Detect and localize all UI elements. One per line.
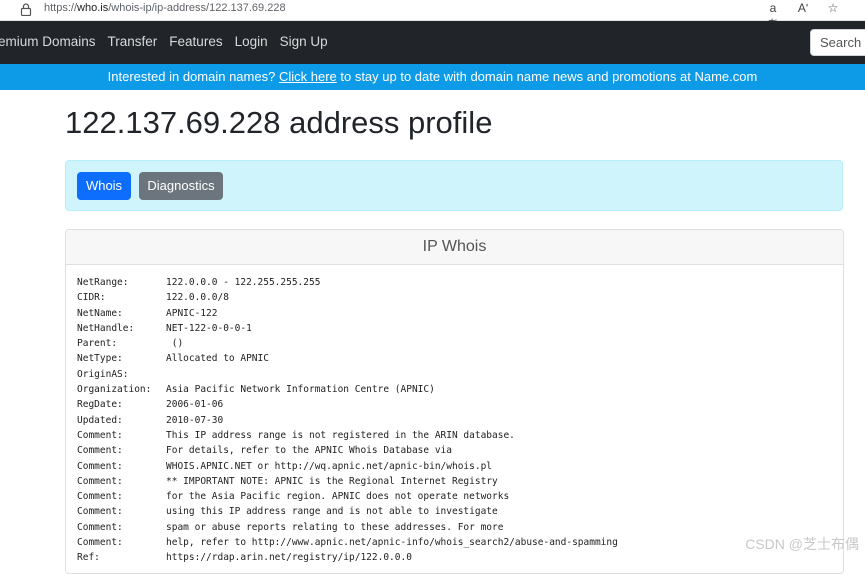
url-path: /whois-ip/ip-address/122.137.69.228 bbox=[108, 2, 286, 14]
promo-link[interactable]: Click here bbox=[279, 69, 337, 84]
whois-row: NetRange: 122.0.0.0 - 122.255.255.255 bbox=[77, 277, 618, 292]
whois-row: RegDate: 2006-01-06 bbox=[77, 399, 618, 414]
whois-value: For details, refer to the APNIC Whois Da… bbox=[166, 445, 452, 457]
whois-value: This IP address range is not registered … bbox=[166, 429, 515, 441]
tab-whois[interactable]: Whois bbox=[77, 172, 131, 200]
nav-transfer[interactable]: Transfer bbox=[108, 34, 158, 49]
lock-icon[interactable] bbox=[20, 3, 32, 16]
tab-diagnostics[interactable]: Diagnostics bbox=[139, 172, 223, 200]
url-prefix: https:// bbox=[44, 2, 78, 14]
site-navbar: emium Domains Transfer Features Login Si… bbox=[0, 21, 865, 64]
whois-value: WHOIS.APNIC.NET or http://wq.apnic.net/a… bbox=[166, 460, 493, 472]
whois-value: 2006-01-06 bbox=[166, 399, 224, 411]
whois-key: CIDR: bbox=[77, 292, 106, 304]
nav-links: emium Domains Transfer Features Login Si… bbox=[0, 34, 328, 49]
nav-premium-domains[interactable]: emium Domains bbox=[0, 34, 96, 49]
whois-row: NetHandle: NET-122-0-0-0-1 bbox=[77, 323, 618, 338]
whois-key: OriginAS: bbox=[77, 368, 129, 380]
whois-key: NetHandle: bbox=[77, 322, 135, 334]
whois-row: Comment: This IP address range is not reg… bbox=[77, 430, 618, 445]
whois-value: ** IMPORTANT NOTE: APNIC is the Regional… bbox=[166, 475, 498, 487]
card-header: IP Whois bbox=[66, 230, 843, 265]
whois-value: Asia Pacific Network Information Centre … bbox=[166, 384, 435, 396]
whois-value: () bbox=[166, 338, 184, 350]
page-title: 122.137.69.228 address profile bbox=[65, 105, 493, 140]
whois-key: Organization: bbox=[77, 384, 152, 396]
browser-address-bar[interactable]: https://who.is/whois-ip/ip-address/122.1… bbox=[0, 0, 865, 31]
promo-text-before: Interested in domain names? bbox=[107, 69, 279, 84]
whois-key: Updated: bbox=[77, 414, 123, 426]
whois-key: Comment: bbox=[77, 491, 123, 503]
whois-key: Parent: bbox=[77, 338, 118, 350]
whois-key: RegDate: bbox=[77, 399, 123, 411]
whois-value: for the Asia Pacific region. APNIC does … bbox=[166, 491, 510, 503]
whois-row: OriginAS: bbox=[77, 369, 618, 384]
whois-row: Parent: () bbox=[77, 338, 618, 353]
whois-row: Comment: For details, refer to the APNIC … bbox=[77, 445, 618, 460]
whois-key: NetType: bbox=[77, 353, 123, 365]
whois-key: Comment: bbox=[77, 445, 123, 457]
whois-row: NetName: APNIC-122 bbox=[77, 308, 618, 323]
nav-login[interactable]: Login bbox=[235, 34, 268, 49]
whois-value: using this IP address range and is not a… bbox=[166, 506, 498, 518]
whois-row: Organization: Asia Pacific Network Inform… bbox=[77, 384, 618, 399]
search-input[interactable]: Search d bbox=[810, 29, 865, 56]
whois-row: Comment: help, refer to http://www.apnic.… bbox=[77, 537, 618, 552]
nav-features[interactable]: Features bbox=[169, 34, 222, 49]
whois-key: Comment: bbox=[77, 506, 123, 518]
whois-value: NET-122-0-0-0-1 bbox=[166, 322, 252, 334]
whois-value: spam or abuse reports relating to these … bbox=[166, 521, 504, 533]
watermark: CSDN @芝士布偶 bbox=[745, 536, 859, 552]
whois-key: Comment: bbox=[77, 475, 123, 487]
whois-row: CIDR: 122.0.0.0/8 bbox=[77, 292, 618, 307]
whois-value: 122.0.0.0 - 122.255.255.255 bbox=[166, 277, 321, 288]
url-text[interactable]: https://who.is/whois-ip/ip-address/122.1… bbox=[44, 2, 286, 14]
whois-record: NetRange: 122.0.0.0 - 122.255.255.255 CIDR… bbox=[77, 277, 618, 568]
whois-key: Comment: bbox=[77, 521, 123, 533]
whois-key: Comment: bbox=[77, 429, 123, 441]
whois-value: 122.0.0.0/8 bbox=[166, 292, 229, 304]
whois-value: help, refer to http://www.apnic.net/apni… bbox=[166, 537, 618, 549]
whois-key: Comment: bbox=[77, 537, 123, 549]
whois-row: Comment: WHOIS.APNIC.NET or http://wq.apn… bbox=[77, 461, 618, 476]
whois-value: 2010-07-30 bbox=[166, 414, 224, 426]
whois-row: Comment: for the Asia Pacific region. APN… bbox=[77, 491, 618, 506]
nav-sign-up[interactable]: Sign Up bbox=[280, 34, 328, 49]
whois-row: Comment: using this IP address range and … bbox=[77, 506, 618, 521]
whois-value: APNIC-122 bbox=[166, 307, 218, 319]
whois-value: Allocated to APNIC bbox=[166, 353, 269, 365]
tab-bar: Whois Diagnostics bbox=[65, 160, 843, 211]
whois-row: Comment: spam or abuse reports relating t… bbox=[77, 522, 618, 537]
promo-banner: Interested in domain names? Click here t… bbox=[0, 64, 865, 90]
whois-row: Updated: 2010-07-30 bbox=[77, 415, 618, 430]
url-host: who.is bbox=[77, 2, 109, 14]
whois-row: Comment: ** IMPORTANT NOTE: APNIC is the … bbox=[77, 476, 618, 491]
whois-key: Comment: bbox=[77, 460, 123, 472]
whois-key: NetRange: bbox=[77, 277, 129, 288]
promo-text-after: to stay up to date with domain name news… bbox=[336, 69, 758, 84]
whois-row: NetType: Allocated to APNIC bbox=[77, 353, 618, 368]
whois-key: NetName: bbox=[77, 307, 123, 319]
ip-whois-card: IP Whois NetRange: 122.0.0.0 - 122.255.25… bbox=[65, 229, 844, 574]
